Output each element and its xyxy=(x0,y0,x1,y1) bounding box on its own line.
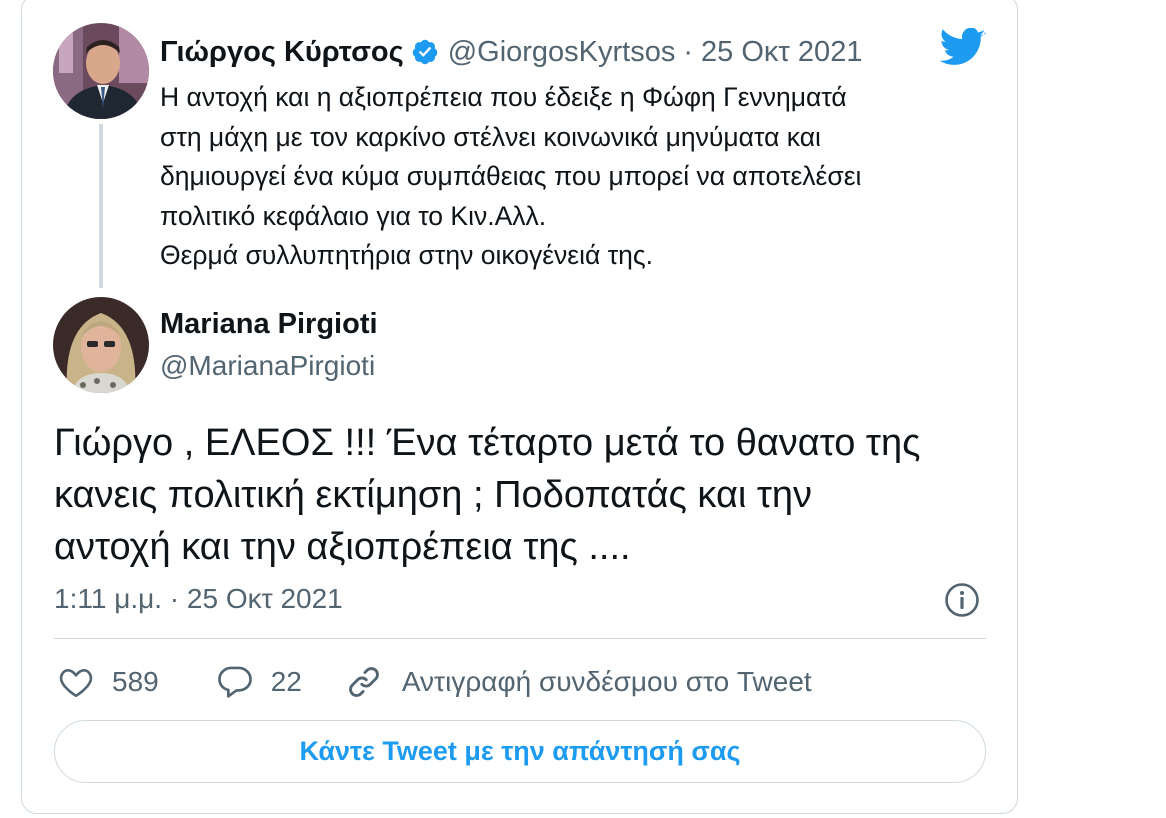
tweet-timestamp[interactable]: 1:11 μ.μ. · 25 Οκτ 2021 xyxy=(54,583,343,615)
quoted-tweet-header: Γιώργος Κύρτσος @GiorgosKyrtsos · 25 Οκτ… xyxy=(160,30,862,74)
copy-link-button[interactable]: Αντιγραφή συνδέσμου στο Tweet xyxy=(346,664,812,700)
verified-badge-icon xyxy=(411,38,439,66)
header-separator: · xyxy=(683,35,694,68)
divider xyxy=(54,638,986,639)
reply-author-handle[interactable]: @MarianaPirgioti xyxy=(160,350,375,382)
reply-author-avatar[interactable] xyxy=(53,297,149,393)
heart-icon xyxy=(59,669,93,698)
quoted-author-name[interactable]: Γιώργος Κύρτσος xyxy=(160,36,404,69)
reply-button[interactable]: 22 xyxy=(217,665,302,699)
reply-text-line: Γιώργο , ΕΛΕΟΣ !!! Ένα τέταρτο μετά το θ… xyxy=(54,422,921,464)
reply-text-line: κανεις πολιτική εκτίμηση ; Ποδοπατάς και… xyxy=(54,474,813,516)
quoted-text-line: Θερμά συλλυπητήρια στην οικογένειά της. xyxy=(160,240,654,270)
quoted-text-line: στη μάχη με τον καρκίνο στέλνει κοινωνικ… xyxy=(160,121,821,152)
tweet-your-reply-button[interactable]: Κάντε Tweet με την απάντησή σας xyxy=(54,720,986,783)
info-icon[interactable] xyxy=(944,582,980,623)
reply-count: 22 xyxy=(270,666,302,697)
reply-bubble-icon xyxy=(217,666,252,698)
quoted-text-line: δημιουργεί ένα κύμα συμπάθειας που μπορε… xyxy=(160,161,862,191)
quoted-author-handle[interactable]: @GiorgosKyrtsos xyxy=(448,36,676,69)
reply-tweet-text: Γιώργο , ΕΛΕΟΣ !!! Ένα τέταρτο μετά το θ… xyxy=(54,417,984,573)
quoted-tweet-date[interactable]: 25 Οκτ 2021 xyxy=(701,36,862,69)
copy-link-label: Αντιγραφή συνδέσμου στο Tweet xyxy=(401,666,812,697)
tweet-actions: 589 22 Αντιγραφή συνδέσμου στο Tweet xyxy=(58,660,812,704)
like-button[interactable]: 589 xyxy=(58,666,159,698)
like-count: 589 xyxy=(112,666,159,697)
twitter-bird-icon[interactable] xyxy=(938,27,986,73)
link-icon xyxy=(349,667,379,697)
quoted-author-avatar[interactable] xyxy=(53,23,149,119)
quoted-text-line: πολιτικό κεφάλαιο για το Κιν.Αλλ. xyxy=(160,200,547,231)
thread-connector-line xyxy=(99,124,103,288)
reply-text-line: αντοχή και την αξιοπρέπεια της .... xyxy=(54,526,631,568)
quoted-text-line: Η αντοχή και η αξιοπρέπεια που έδειξε η … xyxy=(160,82,847,112)
reply-author-name[interactable]: Mariana Pirgioti xyxy=(160,308,378,341)
quoted-tweet-text: Η αντοχή και η αξιοπρέπεια που έδειξε η … xyxy=(160,78,990,276)
